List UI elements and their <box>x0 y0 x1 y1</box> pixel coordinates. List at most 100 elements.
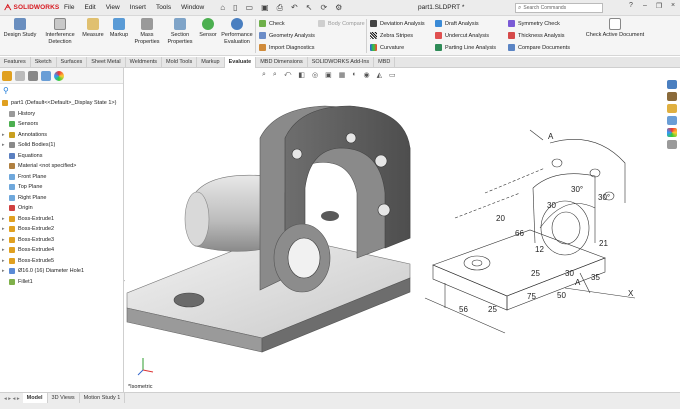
expand-arrow-icon[interactable]: ▸ <box>2 226 9 232</box>
rebuild-icon[interactable]: ⟳ <box>320 3 327 12</box>
design-study-button[interactable]: Design Study <box>2 18 38 39</box>
options-icon[interactable]: ⚙ <box>335 3 342 12</box>
graphics-canvas[interactable]: 30 30 12 66 20 25 50 25 21 35 75 56 A A X 30° 30° <box>125 68 666 392</box>
search-input[interactable]: ⌕ Search Commands <box>515 3 603 13</box>
tree-item[interactable]: ▸ Boss-Extrude2 <box>0 224 123 235</box>
menu-window[interactable]: Window <box>181 4 204 11</box>
close-icon[interactable]: × <box>666 2 680 10</box>
home-icon[interactable]: ⌂ <box>220 3 225 12</box>
dynamic-annotation-icon[interactable]: ◎ <box>312 71 318 79</box>
geometry-analysis-button[interactable]: Geometry Analysis <box>259 32 315 39</box>
restore-icon[interactable]: ❐ <box>652 2 666 10</box>
tree-item[interactable]: Fillet1 <box>0 277 123 288</box>
view-settings-icon[interactable]: ▭ <box>389 71 396 79</box>
compare-documents-button[interactable]: Compare Documents <box>508 44 570 51</box>
section-view-icon[interactable]: ◧ <box>298 71 305 79</box>
deviation-analysis-button[interactable]: Deviation Analysis <box>370 20 425 27</box>
markup-button[interactable]: Markup <box>108 18 130 39</box>
undercut-analysis-button[interactable]: Undercut Analysis <box>435 32 489 39</box>
expand-arrow-icon[interactable]: ▸ <box>2 237 9 243</box>
interference-detection-button[interactable]: Interference Detection <box>41 18 79 45</box>
sensor-button[interactable]: Sensor <box>197 18 219 39</box>
select-icon[interactable]: ↖ <box>306 3 313 12</box>
tab-surfaces[interactable]: Surfaces <box>57 57 88 68</box>
expand-arrow-icon[interactable]: ▸ <box>2 216 9 222</box>
previous-view-icon[interactable]: ⤺ <box>284 71 291 79</box>
tab-markup[interactable]: Markup <box>197 57 225 68</box>
tab-3d-views[interactable]: 3D Views <box>48 393 80 403</box>
tab-model[interactable]: Model <box>22 393 48 403</box>
tab-weldments[interactable]: Weldments <box>126 57 163 68</box>
tree-item[interactable]: Equations <box>0 151 123 162</box>
filter-icon[interactable]: ⚲ <box>0 84 123 98</box>
tab-mbd-dimensions[interactable]: MBD Dimensions <box>256 57 308 68</box>
tree-item[interactable]: ▸ Solid Bodies(1) <box>0 140 123 151</box>
tab-features[interactable]: Features <box>0 57 31 68</box>
parting-line-analysis-button[interactable]: Parting Line Analysis <box>435 44 496 51</box>
expand-arrow-icon[interactable]: ▸ <box>2 142 9 148</box>
tree-item[interactable]: Material <not specified> <box>0 161 123 172</box>
tree-item[interactable]: History <box>0 109 123 120</box>
hide-show-icon[interactable]: ◐ <box>352 71 356 79</box>
view-palette-icon[interactable] <box>667 116 677 125</box>
file-explorer-icon[interactable] <box>667 104 677 113</box>
new-icon[interactable]: ▯ <box>233 3 237 12</box>
tree-item[interactable]: ▸ Boss-Extrude1 <box>0 214 123 225</box>
zebra-stripes-button[interactable]: Zebra Stripes <box>370 32 413 39</box>
menu-file[interactable]: File <box>64 4 74 11</box>
check-button[interactable]: Check <box>259 20 285 27</box>
section-properties-button[interactable]: Section Properties <box>165 18 195 45</box>
tree-item[interactable]: ▸ Boss-Extrude5 <box>0 256 123 267</box>
feature-manager-tab-icon[interactable] <box>2 70 12 81</box>
solidworks-resources-icon[interactable] <box>667 80 677 89</box>
check-active-document-button[interactable]: Check Active Document <box>582 18 648 39</box>
menu-insert[interactable]: Insert <box>130 4 146 11</box>
zoom-to-fit-icon[interactable]: ⌕ <box>262 71 266 79</box>
tab-evaluate[interactable]: Evaluate <box>224 57 257 68</box>
measure-button[interactable]: Measure <box>80 18 106 39</box>
tree-item[interactable]: ▸ Ø16.0 (16) Diameter Hole1 <box>0 266 123 277</box>
part-model[interactable] <box>126 105 411 353</box>
tab-mbd[interactable]: MBD <box>374 57 396 68</box>
design-library-icon[interactable] <box>667 92 677 101</box>
configuration-manager-tab-icon[interactable] <box>28 70 38 81</box>
undo-icon[interactable]: ↶ <box>291 3 298 12</box>
tree-item[interactable]: Top Plane <box>0 182 123 193</box>
help-icon[interactable]: ? <box>624 2 638 10</box>
view-orientation-icon[interactable]: ▣ <box>325 71 332 79</box>
tree-item[interactable]: Origin <box>0 203 123 214</box>
edit-appearance-icon[interactable]: ◉ <box>364 71 370 79</box>
body-compare-button[interactable]: Body Compare <box>318 20 365 27</box>
custom-properties-icon[interactable] <box>667 140 677 149</box>
tree-item[interactable]: ▸ Boss-Extrude4 <box>0 245 123 256</box>
property-manager-tab-icon[interactable] <box>15 70 25 81</box>
tree-item[interactable]: Sensors <box>0 119 123 130</box>
tab-sketch[interactable]: Sketch <box>31 57 57 68</box>
save-icon[interactable]: ▣ <box>261 3 269 12</box>
open-icon[interactable]: ▭ <box>246 3 254 12</box>
expand-arrow-icon[interactable]: ▸ <box>2 247 9 253</box>
menu-edit[interactable]: Edit <box>84 4 95 11</box>
solidworks-logo[interactable]: ᗅ SOLIDWORKS <box>0 3 59 13</box>
tree-root-part[interactable]: part1 (Default<<Default>_Display State 1… <box>0 98 123 109</box>
import-diagnostics-button[interactable]: Import Diagnostics <box>259 44 315 51</box>
display-manager-tab-icon[interactable] <box>54 70 64 81</box>
tab-mold-tools[interactable]: Mold Tools <box>162 57 198 68</box>
expand-arrow-icon[interactable]: ▸ <box>2 268 9 274</box>
tree-item[interactable]: Right Plane <box>0 193 123 204</box>
menu-view[interactable]: View <box>106 4 120 11</box>
tab-nav-arrows-icon[interactable]: ◂ ▸ ◂ ▸ <box>0 393 23 402</box>
menu-tools[interactable]: Tools <box>156 4 171 11</box>
print-icon[interactable]: ⎙ <box>277 3 283 13</box>
tab-sheet-metal[interactable]: Sheet Metal <box>87 57 126 68</box>
appearances-icon[interactable] <box>667 128 677 137</box>
draft-analysis-button[interactable]: Draft Analysis <box>435 20 479 27</box>
thickness-analysis-button[interactable]: Thickness Analysis <box>508 32 564 39</box>
expand-arrow-icon[interactable]: ▸ <box>2 258 9 264</box>
expand-arrow-icon[interactable]: ▸ <box>2 132 9 138</box>
tab-solidworks-add-ins[interactable]: SOLIDWORKS Add-Ins <box>308 57 375 68</box>
zoom-to-area-icon[interactable]: ⌕ <box>273 71 277 79</box>
symmetry-check-button[interactable]: Symmetry Check <box>508 20 560 27</box>
tree-item[interactable]: ▸ Annotations <box>0 130 123 141</box>
tab-motion-study[interactable]: Motion Study 1 <box>80 393 126 403</box>
